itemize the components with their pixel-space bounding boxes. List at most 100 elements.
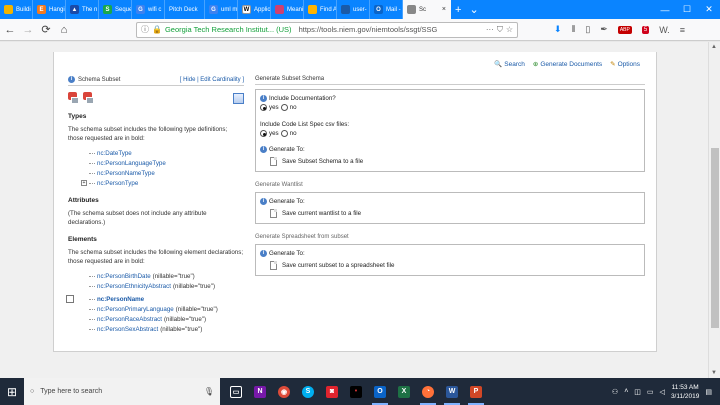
download-icon[interactable]: ⬇ xyxy=(554,24,562,35)
excel-icon[interactable]: X xyxy=(392,378,416,405)
expand-icon[interactable]: + xyxy=(81,180,87,186)
browser-tab[interactable]: Find A xyxy=(304,0,337,19)
generate-documents-action[interactable]: ⊕ Generate Documents xyxy=(533,60,602,68)
page-actions-button[interactable]: ··· xyxy=(486,25,494,34)
site-identity[interactable]: Georgia Tech Research Institut... (US) xyxy=(165,25,292,34)
back-button[interactable]: ← xyxy=(4,24,16,36)
forward-button[interactable]: → xyxy=(22,24,34,36)
info-icon[interactable]: i xyxy=(260,95,267,102)
library-icon[interactable]: ⫴ xyxy=(572,24,576,35)
type-item[interactable]: + nc:PersonType xyxy=(81,178,244,188)
scroll-up-icon[interactable]: ▲ xyxy=(711,44,717,50)
csv-no-radio[interactable] xyxy=(280,130,288,137)
reload-button[interactable]: ⟳ xyxy=(40,23,52,36)
microphone-icon[interactable]: 🎙 xyxy=(204,387,214,396)
app-icon[interactable]: ◙ xyxy=(320,378,344,405)
save-schema-link[interactable]: Save Subset Schema to a file xyxy=(270,157,640,166)
clock[interactable]: 11:53 AM 3/11/2019 xyxy=(671,383,699,401)
network-icon[interactable]: ◫ xyxy=(634,388,641,396)
element-item[interactable]: nc:PersonPrimaryLanguage (nillable="true"… xyxy=(89,304,244,314)
browser-tab[interactable]: E Hangi xyxy=(33,0,66,19)
type-item[interactable]: nc:PersonLanguageType xyxy=(89,158,244,168)
browser-tab[interactable]: Sc × xyxy=(403,0,451,19)
browser-tab[interactable]: O Mail - xyxy=(370,0,403,19)
extension-badge-icon[interactable]: 5 xyxy=(641,25,650,34)
browser-tab[interactable]: W Applic xyxy=(238,0,271,19)
type-item[interactable]: nc:DateType xyxy=(89,148,244,158)
chrome-icon[interactable]: ◉ xyxy=(272,378,296,405)
options-action[interactable]: ✎ Options xyxy=(610,60,640,68)
wantlist-box: i Generate To: Save current wantlist to a… xyxy=(255,192,645,224)
scrollbar-thumb[interactable] xyxy=(711,148,719,328)
show-hidden-icon[interactable]: ˄ xyxy=(624,388,628,395)
hide-edit-links[interactable]: [ Hide | Edit Cardinality ] xyxy=(180,77,244,83)
battery-icon[interactable]: ▭ xyxy=(647,388,654,396)
tab-favicon-icon xyxy=(4,5,13,14)
browser-tab[interactable]: Gwifi c xyxy=(132,0,165,19)
windows-start-icon[interactable]: ⊞ xyxy=(0,378,24,405)
element-checkbox[interactable] xyxy=(66,295,74,303)
notifications-icon[interactable]: ▤ xyxy=(705,388,712,396)
grid-view-icon[interactable] xyxy=(233,92,244,104)
menu-icon[interactable]: ≡ xyxy=(680,25,685,35)
taskbar-search[interactable]: ○ Type here to search 🎙 xyxy=(24,378,220,405)
close-window-button[interactable]: ✕ xyxy=(698,4,720,15)
sidebar-icon[interactable]: ▯ xyxy=(585,24,590,35)
element-item[interactable]: nc:PersonRaceAbstract (nillable="true") xyxy=(89,314,244,324)
app-icon[interactable]: • xyxy=(344,378,368,405)
doc-no-radio[interactable] xyxy=(280,104,288,111)
save-wantlist-link[interactable]: Save current wantlist to a file xyxy=(270,209,640,218)
browser-tab[interactable]: Pitch Deck xyxy=(165,0,205,19)
subset-check-icon[interactable] xyxy=(68,92,80,104)
save-spreadsheet-link[interactable]: Save current subset to a spreadsheet fil… xyxy=(270,261,640,270)
feather-icon[interactable]: ✒ xyxy=(600,24,608,35)
browser-tab[interactable]: Meani xyxy=(271,0,304,19)
browser-tab[interactable]: Guml m xyxy=(205,0,238,19)
subset-doc-icon[interactable] xyxy=(83,92,95,104)
maximize-button[interactable]: ☐ xyxy=(676,4,698,15)
tab-list-button[interactable]: ⌄ xyxy=(465,0,482,19)
pocket-icon[interactable]: ⛉ xyxy=(497,25,503,35)
info-icon[interactable]: ⓘ xyxy=(141,24,149,35)
outlook-icon[interactable]: O xyxy=(368,378,392,405)
onenote-icon[interactable]: N xyxy=(248,378,272,405)
browser-tab[interactable]: user- xyxy=(337,0,370,19)
volume-icon[interactable]: ◁ xyxy=(660,388,665,396)
task-view-icon[interactable]: ▭ xyxy=(224,378,248,405)
adblock-icon[interactable]: ABP xyxy=(617,25,632,34)
skype-icon[interactable]: S xyxy=(296,378,320,405)
browser-tab[interactable]: Buildi xyxy=(0,0,33,19)
info-icon[interactable]: i xyxy=(260,146,267,153)
element-item[interactable]: nc:PersonEthnicityAbstract (nillable="tru… xyxy=(89,281,244,291)
page-scrollbar[interactable]: ▲ ▼ xyxy=(708,42,720,378)
spreadsheet-box: i Generate To: Save current subset to a s… xyxy=(255,244,645,276)
scroll-down-icon[interactable]: ▼ xyxy=(711,370,717,376)
powerpoint-icon[interactable]: P xyxy=(464,378,488,405)
file-icon xyxy=(270,261,277,270)
element-item[interactable]: nc:PersonBirthDate (nillable="true") xyxy=(89,271,244,281)
browser-tab[interactable]: ▲ The n xyxy=(66,0,99,19)
firefox-icon[interactable]: ◔ xyxy=(416,378,440,405)
word-icon[interactable]: W xyxy=(440,378,464,405)
type-item[interactable]: nc:PersonNameType xyxy=(89,168,244,178)
minimize-button[interactable]: — xyxy=(654,5,676,15)
browser-tab[interactable]: S Seque xyxy=(99,0,132,19)
home-button[interactable]: ⌂ xyxy=(58,24,70,36)
element-item[interactable]: nc:PersonSexAbstract (nillable="true") xyxy=(89,324,244,334)
people-icon[interactable]: ⚇ xyxy=(612,388,618,396)
close-tab-icon[interactable]: × xyxy=(442,6,446,13)
lock-icon[interactable]: 🔒 xyxy=(152,25,162,34)
element-item[interactable]: nc:PersonName xyxy=(66,294,244,304)
url-text[interactable]: https://tools.niem.gov/niemtools/ssgt/SS… xyxy=(299,25,483,34)
word-extension-icon[interactable]: W. xyxy=(659,25,670,35)
window-controls: — ☐ ✕ xyxy=(654,0,720,19)
info-icon[interactable]: i xyxy=(260,250,267,257)
search-action[interactable]: 🔍 Search xyxy=(494,60,525,68)
bookmark-star-icon[interactable]: ☆ xyxy=(506,25,513,34)
info-icon[interactable]: i xyxy=(260,198,267,205)
csv-yes-radio[interactable] xyxy=(260,130,267,137)
new-tab-button[interactable]: + xyxy=(451,0,465,19)
info-icon[interactable]: i xyxy=(68,76,75,83)
url-bar[interactable]: ⓘ 🔒 Georgia Tech Research Institut... (U… xyxy=(136,21,518,38)
doc-yes-radio[interactable] xyxy=(260,104,267,111)
